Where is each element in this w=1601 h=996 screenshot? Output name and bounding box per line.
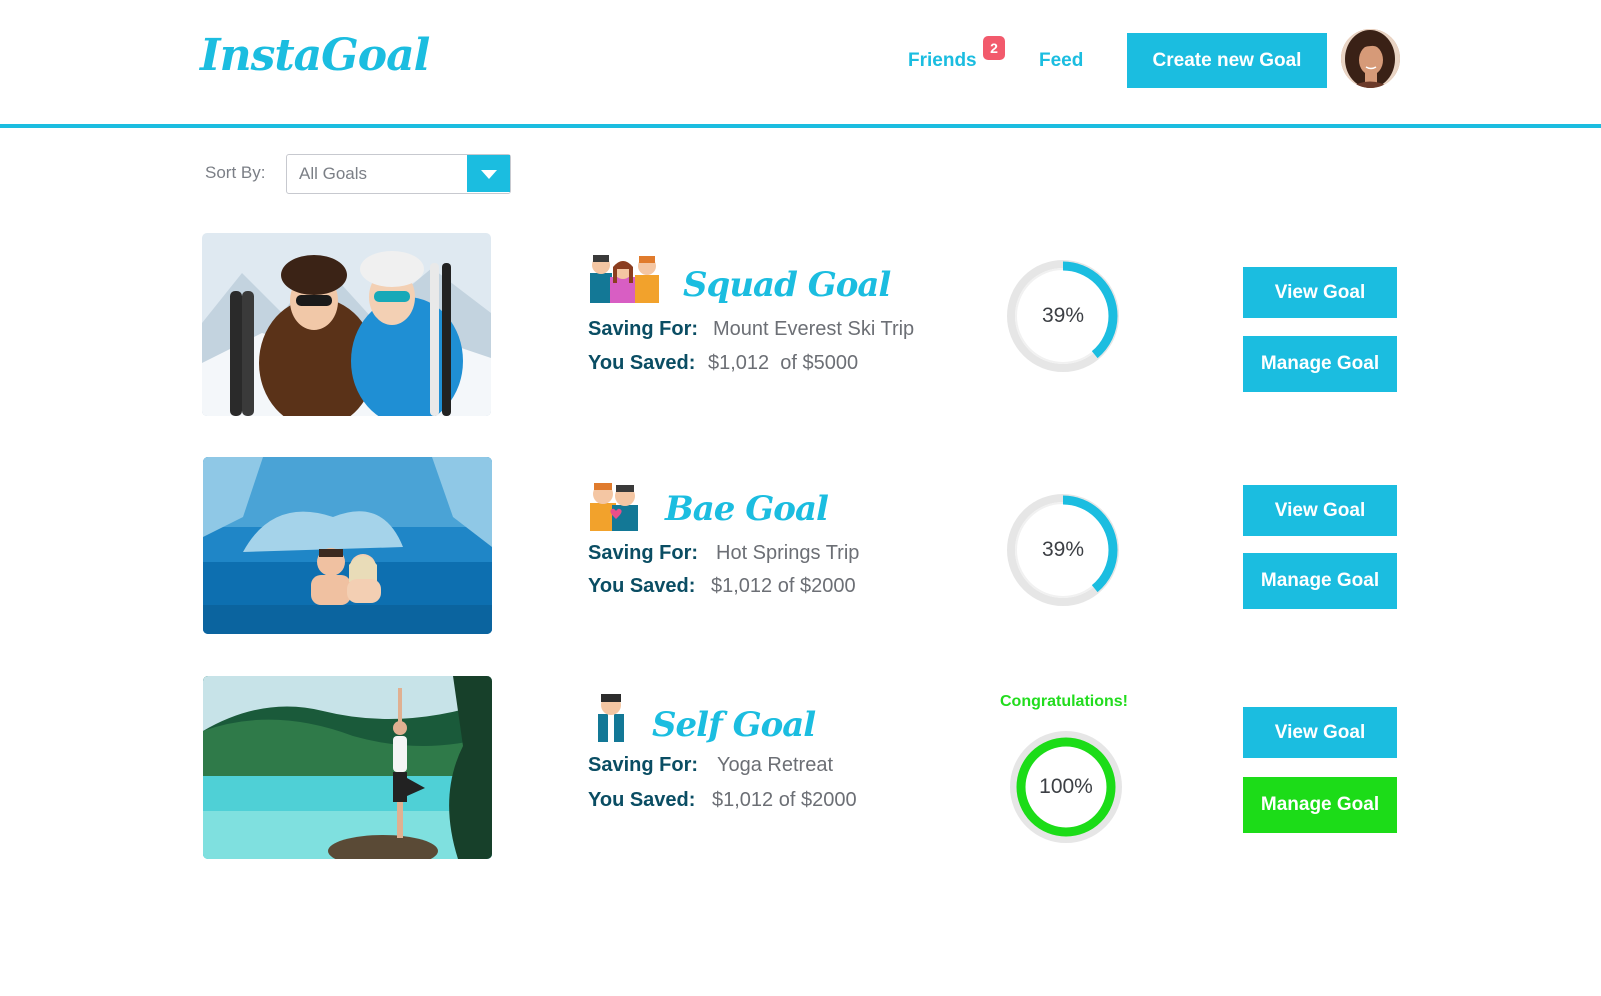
sort-selected-value: All Goals [299, 164, 368, 183]
goal-title: Bae Goal [665, 489, 829, 529]
chevron-down-icon[interactable] [467, 155, 510, 192]
goal-card: Self Goal Saving For: Yoga Retreat You S… [0, 676, 1601, 861]
you-saved-value: $1,012 of $2000 [711, 575, 856, 597]
person-icon [598, 694, 624, 742]
you-saved-label: You Saved: [588, 352, 696, 374]
saving-for-label: Saving For: [588, 542, 699, 564]
saving-for-value: Mount Everest Ski Trip [713, 318, 915, 340]
progress-percent: 39% [1041, 304, 1085, 327]
progress-ring: 39% [1006, 259, 1120, 373]
you-saved-value: $1,012 of $5000 [708, 352, 859, 374]
ski-friends-photo [202, 233, 491, 416]
saving-for-label: Saving For: [588, 754, 699, 776]
goal-title: Squad Goal [683, 265, 891, 305]
manage-goal-button[interactable]: Manage Goal [1243, 336, 1397, 392]
header-divider [0, 124, 1601, 128]
you-saved-label: You Saved: [588, 789, 696, 811]
view-goal-button[interactable]: View Goal [1243, 707, 1397, 758]
saving-for-value: Yoga Retreat [717, 754, 834, 776]
saving-for-label: Saving For: [588, 318, 699, 340]
goal-card: Bae Goal Saving For: Hot Springs Trip Yo… [0, 457, 1601, 642]
user-avatar[interactable] [1341, 29, 1400, 88]
progress-ring: 100% [1009, 730, 1123, 844]
view-goal-button[interactable]: View Goal [1243, 267, 1397, 318]
create-new-goal-button[interactable]: Create new Goal [1127, 33, 1327, 88]
nav-feed-link[interactable]: Feed [1039, 50, 1083, 72]
manage-goal-button[interactable]: Manage Goal [1243, 777, 1397, 833]
yoga-lake-photo [203, 676, 492, 859]
goal-photo-yoga[interactable] [203, 676, 492, 859]
progress-percent: 39% [1041, 538, 1085, 561]
manage-goal-button[interactable]: Manage Goal [1243, 553, 1397, 609]
goal-title: Self Goal [652, 705, 816, 745]
couple-icon [590, 483, 638, 531]
top-header: InstaGoal Friends 2 Feed Create new Goal [0, 0, 1601, 124]
goal-photo-hot-springs[interactable] [203, 457, 492, 634]
avatar-portrait-icon [1341, 29, 1400, 88]
sort-dropdown[interactable]: All Goals [286, 154, 511, 194]
goal-card: Squad Goal Saving For: Mount Everest Ski… [0, 233, 1601, 418]
goal-photo-ski[interactable] [202, 233, 491, 416]
friends-notification-badge: 2 [983, 36, 1005, 60]
app-logo[interactable]: InstaGoal [200, 30, 430, 81]
hot-springs-photo [203, 457, 492, 634]
nav-friends-link[interactable]: Friends [908, 50, 977, 72]
view-goal-button[interactable]: View Goal [1243, 485, 1397, 536]
saving-for-value: Hot Springs Trip [716, 542, 860, 564]
you-saved-value: $1,012 of $2000 [712, 789, 857, 811]
congratulations-message: Congratulations! [1000, 693, 1128, 710]
progress-ring: 39% [1006, 493, 1120, 607]
sort-label: Sort By: [205, 163, 266, 182]
you-saved-label: You Saved: [588, 575, 696, 597]
progress-percent: 100% [1039, 775, 1093, 798]
squad-group-icon [590, 255, 659, 303]
